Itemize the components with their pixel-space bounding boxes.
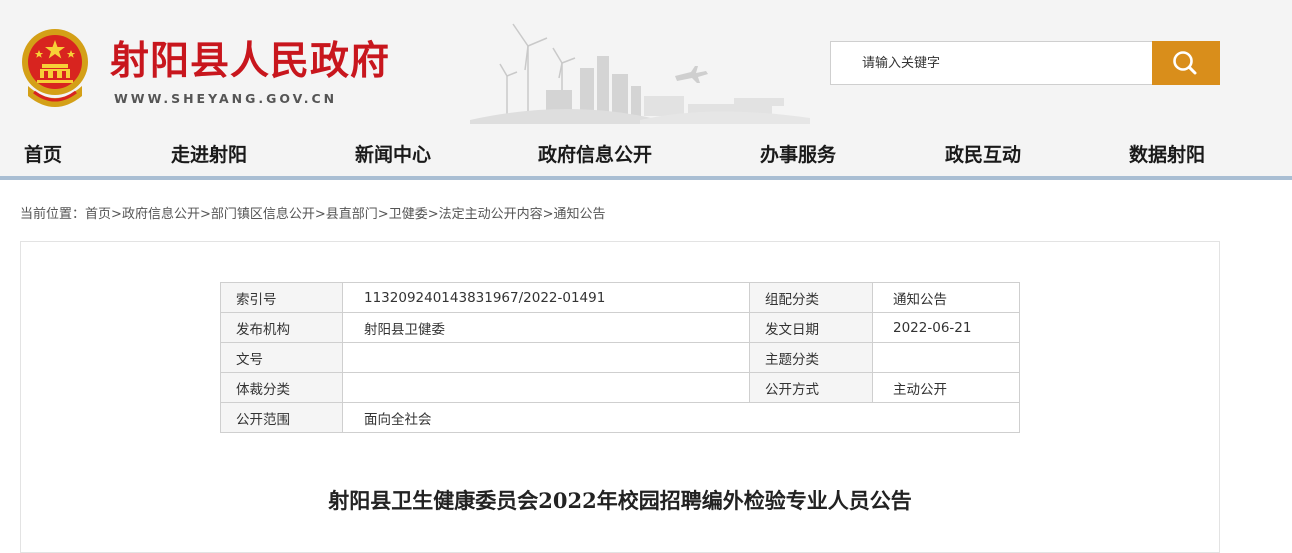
breadcrumb-separator: > [377, 207, 389, 222]
meta-key-doc-number: 文号 [220, 342, 343, 373]
meta-value-doc-number [342, 342, 750, 373]
nav-item-news-center[interactable]: 新闻中心 [355, 140, 431, 167]
meta-key-issue-date: 发文日期 [749, 312, 873, 343]
nav-item-home[interactable]: 首页 [24, 140, 62, 167]
meta-key-disclosure-method: 公开方式 [749, 372, 873, 403]
nav-item-data-sheyang[interactable]: 数据射阳 [1129, 140, 1205, 167]
breadcrumb-link-dept-info[interactable]: 部门镇区信息公开 [211, 207, 315, 222]
table-row: 发布机构 射阳县卫健委 发文日期 2022-06-21 [220, 312, 1020, 343]
nav-divider [0, 176, 1292, 180]
breadcrumb-separator: > [427, 207, 439, 222]
table-row: 文号 主题分类 [220, 342, 1020, 373]
meta-value-disclosure-method: 主动公开 [872, 372, 1020, 403]
table-row: 公开范围 面向全社会 [220, 402, 1020, 433]
nav-item-gov-info-disclosure[interactable]: 政府信息公开 [538, 140, 652, 167]
site-url: WWW.SHEYANG.GOV.CN [114, 91, 338, 106]
meta-key-topic: 主题分类 [749, 342, 873, 373]
meta-value-topic [872, 342, 1020, 373]
site-title: 射阳县人民政府 [110, 38, 391, 84]
meta-value-issue-date: 2022-06-21 [872, 312, 1020, 343]
nav-item-services[interactable]: 办事服务 [760, 140, 836, 167]
breadcrumb: 当前位置：首页>政府信息公开>部门镇区信息公开>县直部门>卫健委>法定主动公开内… [20, 203, 606, 222]
breadcrumb-link-mandatory-disclosure[interactable]: 法定主动公开内容 [439, 207, 543, 222]
meta-key-publisher: 发布机构 [220, 312, 343, 343]
breadcrumb-link-home[interactable]: 首页 [85, 207, 111, 222]
document-title: 射阳县卫生健康委员会2022年校园招聘编外检验专业人员公告 [328, 488, 912, 513]
breadcrumb-label: 当前位置： [20, 207, 86, 222]
breadcrumb-link-notices[interactable]: 通知公告 [554, 207, 606, 222]
breadcrumb-separator: > [199, 207, 211, 222]
search-box [830, 41, 1220, 85]
meta-value-genre [342, 372, 750, 403]
breadcrumb-link-health-commission[interactable]: 卫健委 [389, 207, 428, 222]
breadcrumb-separator: > [111, 207, 122, 222]
nav-item-about-sheyang[interactable]: 走进射阳 [171, 140, 247, 167]
document-metadata-table: 索引号 113209240143831967/2022-01491 组配分类 通… [220, 282, 1020, 433]
search-button[interactable] [1152, 41, 1220, 85]
meta-key-category: 组配分类 [749, 282, 873, 313]
main-nav: 首页 走进射阳 新闻中心 政府信息公开 办事服务 政民互动 数据射阳 [0, 128, 1292, 176]
meta-key-index-no: 索引号 [220, 282, 343, 313]
nav-item-interaction[interactable]: 政民互动 [945, 140, 1021, 167]
table-row: 索引号 113209240143831967/2022-01491 组配分类 通… [220, 282, 1020, 313]
search-icon [1173, 51, 1197, 75]
breadcrumb-separator: > [542, 207, 554, 222]
meta-value-disclosure-scope: 面向全社会 [342, 402, 1020, 433]
site-header: 射阳县人民政府 WWW.SHEYANG.GOV.CN 请输入关键字 首页 走进射… [0, 0, 1292, 178]
breadcrumb-link-gov-info[interactable]: 政府信息公开 [122, 207, 200, 222]
table-row: 体裁分类 公开方式 主动公开 [220, 372, 1020, 403]
search-input[interactable] [830, 41, 1152, 85]
meta-value-publisher: 射阳县卫健委 [342, 312, 750, 343]
meta-value-category: 通知公告 [872, 282, 1020, 313]
national-emblem-icon [22, 29, 88, 107]
meta-key-disclosure-scope: 公开范围 [220, 402, 343, 433]
breadcrumb-separator: > [314, 207, 326, 222]
meta-key-genre: 体裁分类 [220, 372, 343, 403]
meta-value-index-no: 113209240143831967/2022-01491 [342, 282, 750, 313]
city-skyline-illustration [470, 23, 810, 124]
breadcrumb-link-county-depts[interactable]: 县直部门 [326, 207, 378, 222]
